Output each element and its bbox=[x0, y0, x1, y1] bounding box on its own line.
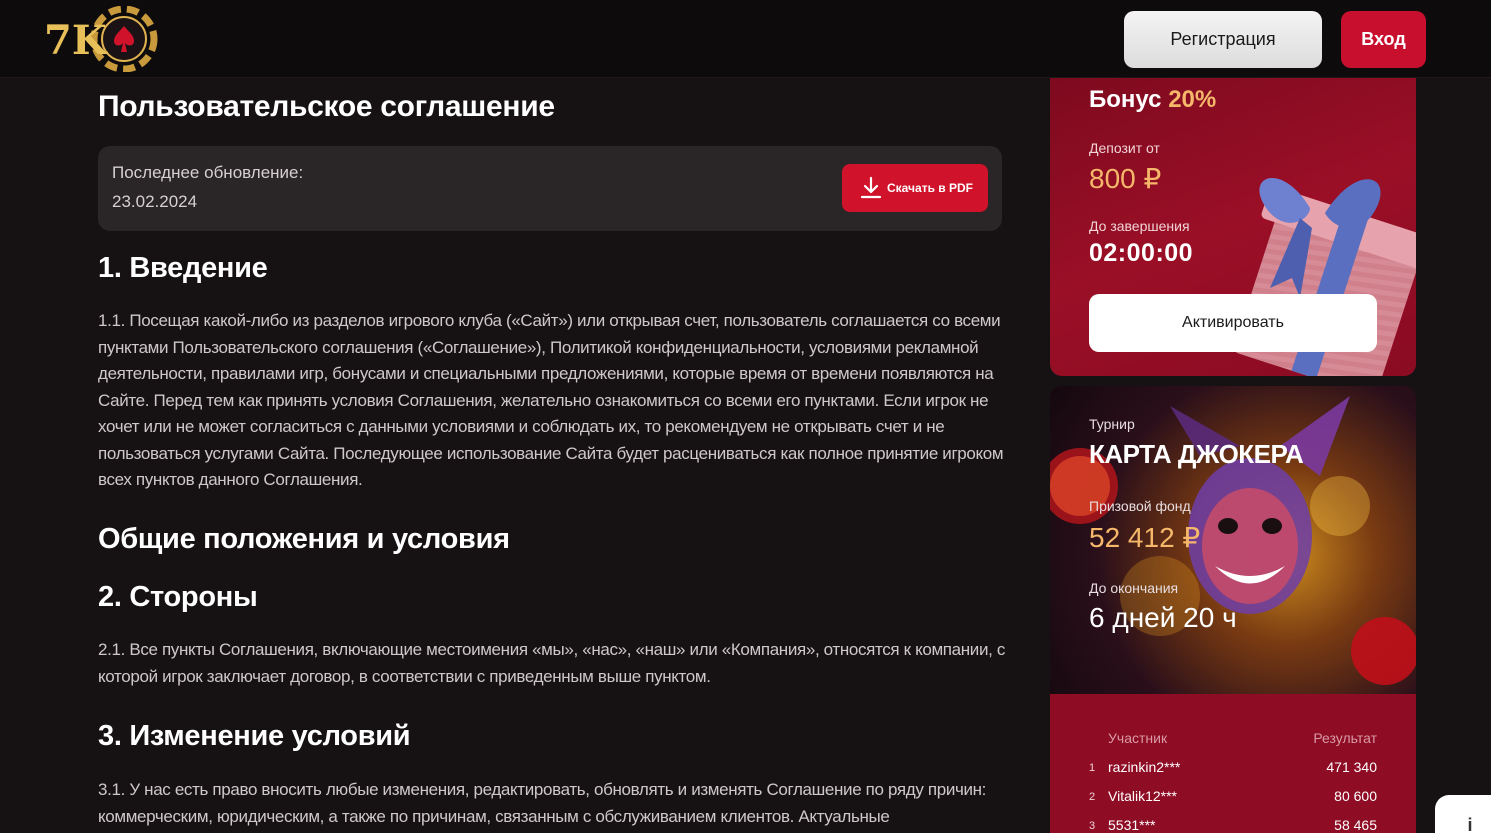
download-pdf-button[interactable]: Скачать в PDF bbox=[842, 164, 988, 212]
section-text-intro: 1.1. Посещая какой-либо из разделов игро… bbox=[98, 311, 1004, 489]
deposit-label: Депозит от bbox=[1089, 140, 1160, 156]
leaderboard-player: Vitalik12*** bbox=[1108, 788, 1178, 804]
section-heading-intro: 1. Введение bbox=[98, 252, 268, 284]
bonus-timer-value: 02:00:00 bbox=[1089, 239, 1194, 267]
tournament-card[interactable]: Турнир КАРТА ДЖОКЕРА Призовой фонд 52 41… bbox=[1050, 386, 1416, 694]
leaderboard-header-result: Результат bbox=[1313, 730, 1377, 746]
leaderboard-rank: 3 bbox=[1089, 820, 1096, 832]
page-title: Пользовательское соглашение bbox=[98, 90, 555, 123]
section-heading-general: Общие положения и условия bbox=[98, 523, 510, 555]
section-text-parties: 2.1. Все пункты Соглашения, включающие м… bbox=[98, 640, 1005, 686]
info-icon: i bbox=[1467, 815, 1473, 833]
last-update-date: 23.02.2024 bbox=[112, 192, 198, 211]
site-logo[interactable]: 7K bbox=[44, 5, 160, 73]
section-heading-parties: 2. Стороны bbox=[98, 581, 258, 613]
bonus-title-text: Бонус bbox=[1089, 86, 1162, 113]
section-heading-changes: 3. Изменение условий bbox=[98, 720, 411, 752]
bonus-card: Бонус 20% Депозит от 800 ₽ До завершения… bbox=[1050, 78, 1416, 376]
leaderboard-score: 58 465 bbox=[1334, 817, 1377, 833]
leaderboard-score: 471 340 bbox=[1326, 759, 1377, 775]
leaderboard-player: 5531*** bbox=[1108, 817, 1156, 833]
leaderboard: Участник Результат 1 razinkin2*** 471 34… bbox=[1050, 694, 1416, 833]
prize-fund-label: Призовой фонд bbox=[1089, 498, 1191, 514]
deposit-value: 800 ₽ bbox=[1089, 163, 1162, 194]
register-button[interactable]: Регистрация bbox=[1124, 11, 1322, 68]
last-update-label: Последнее обновление: bbox=[112, 163, 304, 182]
section-text-changes: 3.1. У нас есть право вносить любые изме… bbox=[98, 780, 987, 826]
site-header: 7K Регистрация Вход bbox=[0, 0, 1491, 78]
prize-fund-value: 52 412 ₽ bbox=[1089, 522, 1201, 553]
leaderboard-rank: 2 bbox=[1089, 791, 1096, 803]
last-update-panel: Последнее обновление: 23.02.2024 Скачать… bbox=[98, 146, 1002, 231]
download-pdf-label: Скачать в PDF bbox=[887, 181, 973, 195]
activate-bonus-button[interactable]: Активировать bbox=[1089, 294, 1377, 352]
leaderboard-row: 2 Vitalik12*** 80 600 bbox=[1050, 788, 1416, 808]
login-button[interactable]: Вход bbox=[1341, 11, 1426, 68]
leaderboard-header-player: Участник bbox=[1108, 730, 1168, 746]
leaderboard-rank: 1 bbox=[1089, 762, 1096, 774]
tournament-ends-label: До окончания bbox=[1089, 580, 1179, 596]
tournament-label: Турнир bbox=[1089, 416, 1135, 432]
tournament-title: КАРТА ДЖОКЕРА bbox=[1089, 439, 1304, 469]
leaderboard-player: razinkin2*** bbox=[1108, 759, 1181, 775]
leaderboard-row: 3 5531*** 58 465 bbox=[1050, 817, 1416, 833]
leaderboard-row: 1 razinkin2*** 471 340 bbox=[1050, 759, 1416, 779]
leaderboard-score: 80 600 bbox=[1334, 788, 1377, 804]
svg-text:7K: 7K bbox=[44, 17, 108, 64]
bonus-title: Бонус 20% bbox=[1089, 86, 1216, 114]
bonus-timer-label: До завершения bbox=[1089, 218, 1190, 234]
help-button[interactable]: i bbox=[1435, 795, 1491, 833]
download-icon bbox=[860, 176, 882, 199]
bonus-percent: 20% bbox=[1168, 86, 1217, 113]
tournament-ends-value: 6 дней 20 ч bbox=[1089, 602, 1237, 633]
